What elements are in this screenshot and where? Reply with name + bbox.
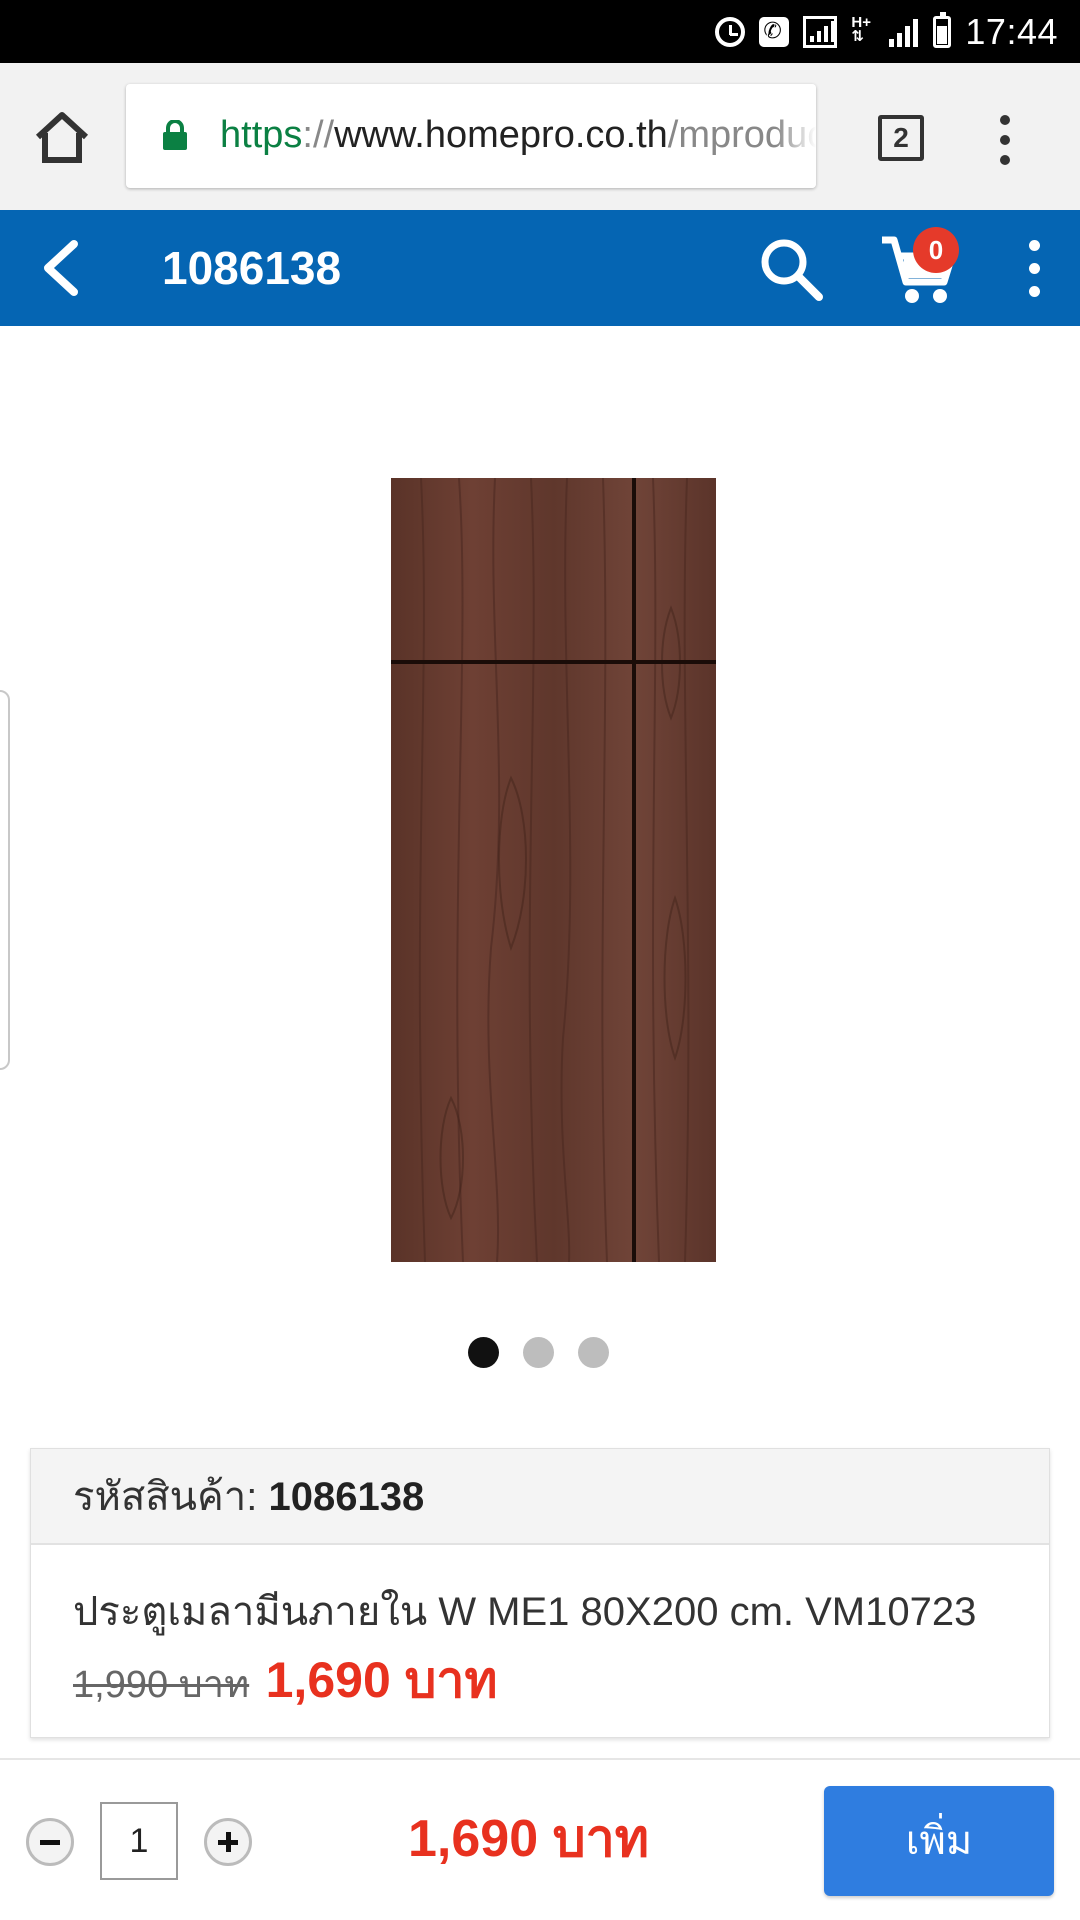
url-scheme: https — [220, 114, 303, 156]
product-name: ประตูเมลามีนภายใน W ME1 80X200 cm. VM107… — [73, 1590, 977, 1634]
browser-menu-icon[interactable] — [994, 115, 1018, 165]
add-to-cart-bar: 1,690 บาท เพิ่ม — [0, 1758, 1080, 1920]
carousel-dot[interactable] — [578, 1337, 609, 1368]
signal-box-icon — [803, 16, 838, 48]
old-price: 1,990 บาท — [73, 1664, 250, 1706]
product-code-row: รหัสสินค้า: 1086138 — [31, 1449, 1049, 1545]
status-bar: H+⇅ 17:44 — [0, 0, 1080, 63]
lock-icon — [162, 119, 188, 150]
carousel-dot[interactable] — [468, 1337, 499, 1368]
quantity-input[interactable] — [100, 1802, 178, 1880]
side-drawer-handle[interactable] — [0, 690, 10, 1070]
url-host: www.homepro.co.th — [334, 114, 668, 156]
product-image[interactable] — [391, 477, 716, 1263]
h-plus-icon: H+ ⇅ — [851, 14, 871, 45]
tab-switcher-button[interactable]: 2 — [878, 115, 924, 161]
status-icons: H+⇅ 17:44 — [715, 10, 1058, 54]
product-code-label: รหัสสินค้า: — [73, 1475, 258, 1519]
status-time: 17:44 — [965, 11, 1058, 52]
browser-toolbar: https://www.homepro.co.th/mproduct 2 — [0, 63, 1080, 210]
battery-icon — [933, 12, 952, 48]
cell-signal-icon — [887, 17, 919, 47]
page-title: 1086138 — [162, 242, 342, 294]
product-code-value: 1086138 — [268, 1475, 425, 1519]
url-fade — [776, 84, 816, 188]
cart-count-badge: 0 — [913, 227, 959, 273]
back-arrow-icon[interactable] — [36, 236, 86, 300]
total-price: 1,690 บาท — [408, 1810, 650, 1868]
app-header: 1086138 0 — [0, 210, 1080, 326]
product-info-card: รหัสสินค้า: 1086138 ประตูเมลามีนภายใน W … — [30, 1448, 1050, 1738]
alarm-icon — [715, 17, 746, 47]
call-icon — [759, 17, 790, 47]
decrease-quantity-button[interactable] — [26, 1818, 74, 1866]
price-row: 1,990 บาท 1,690 บาท — [73, 1641, 497, 1720]
address-bar[interactable]: https://www.homepro.co.th/mproduct — [126, 84, 816, 188]
carousel-dot[interactable] — [523, 1337, 554, 1368]
more-options-icon[interactable] — [1024, 240, 1044, 298]
add-to-cart-button[interactable]: เพิ่ม — [824, 1786, 1054, 1896]
carousel-dots — [468, 1337, 609, 1368]
sale-price: 1,690 บาท — [265, 1652, 498, 1708]
url-text: https://www.homepro.co.th/mproduct — [220, 110, 816, 160]
search-icon[interactable] — [758, 236, 824, 302]
url-separator: :// — [302, 114, 335, 156]
increase-quantity-button[interactable] — [204, 1818, 252, 1866]
home-icon[interactable] — [32, 109, 92, 165]
